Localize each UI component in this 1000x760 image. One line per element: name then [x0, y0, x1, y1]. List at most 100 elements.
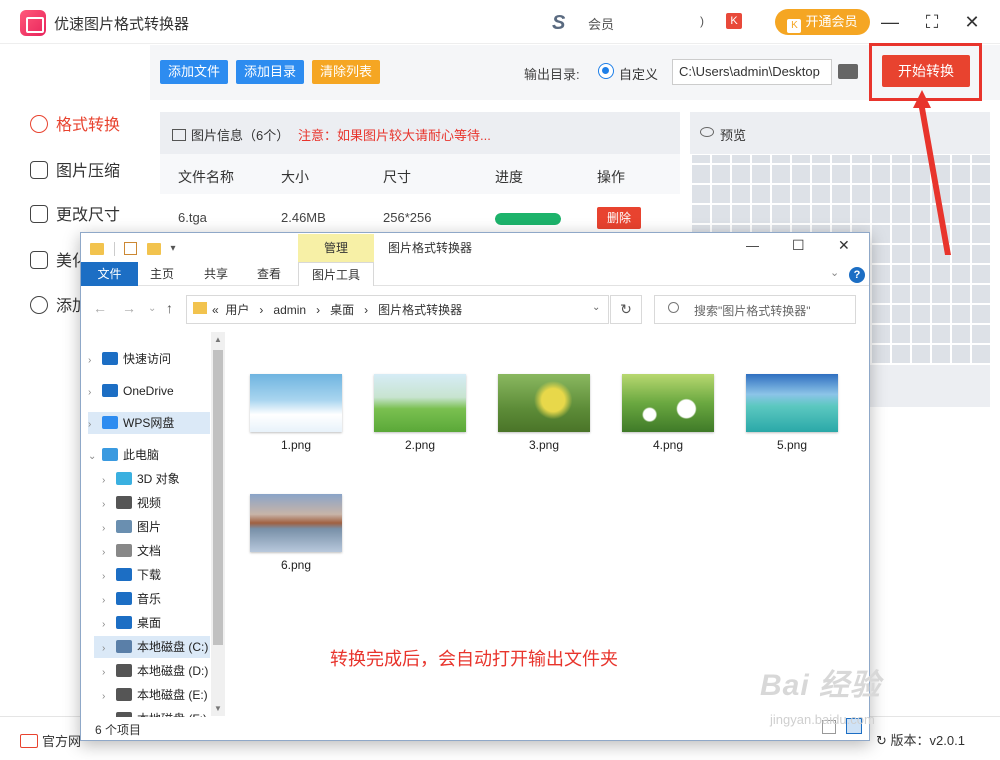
cell-file-name: 6.tga: [178, 210, 207, 225]
tree-item-12[interactable]: › 本地磁盘 (D:): [94, 660, 210, 682]
file-item[interactable]: 6.png: [248, 494, 344, 572]
version-label: ↻ 版本：v2.0.1: [876, 730, 965, 749]
file-name: 4.png: [652, 438, 684, 452]
customize-dropdown-icon[interactable]: ▾: [171, 243, 176, 254]
col-header-dimensions: 尺寸: [383, 169, 411, 185]
add-file-button[interactable]: 添加文件: [160, 60, 229, 84]
file-item[interactable]: 3.png: [496, 374, 592, 452]
chevron-right-icon[interactable]: ›: [102, 518, 116, 540]
custom-radio[interactable]: [598, 63, 614, 79]
tree-item-3[interactable]: ⌄ 此电脑: [88, 444, 210, 466]
tree-item-label: 本地磁盘 (E:): [137, 688, 208, 702]
tree-item-6[interactable]: › 图片: [94, 516, 210, 538]
delete-button[interactable]: 删除: [597, 207, 641, 229]
add-folder-button[interactable]: 添加目录: [236, 60, 305, 84]
chevron-right-icon[interactable]: ›: [102, 686, 116, 708]
ribbon-tab-view[interactable]: 查看: [257, 262, 281, 286]
minimize-button[interactable]: —: [880, 12, 900, 32]
official-site-link[interactable]: 官方网: [20, 731, 81, 750]
ribbon-tab-file[interactable]: 文件: [81, 262, 138, 286]
website-icon: [20, 734, 38, 748]
breadcrumb-current[interactable]: 图片格式转换器: [378, 303, 462, 317]
chevron-right-icon[interactable]: ›: [88, 382, 102, 404]
tree-item-8[interactable]: › 下载: [94, 564, 210, 586]
tree-scrollbar-thumb[interactable]: [213, 350, 223, 645]
sidebar-item-compress[interactable]: 图片压缩: [30, 160, 150, 184]
clear-list-button[interactable]: 清除列表: [312, 60, 381, 84]
chevron-right-icon[interactable]: ›: [102, 542, 116, 564]
tree-item-13[interactable]: › 本地磁盘 (E:): [94, 684, 210, 706]
file-item[interactable]: 1.png: [248, 374, 344, 452]
custom-radio-label[interactable]: 自定义: [619, 64, 658, 83]
up-arrow-icon[interactable]: ↑: [166, 300, 173, 316]
recent-locations-icon[interactable]: ⌄: [148, 303, 156, 314]
manage-context-tab[interactable]: 管理: [298, 234, 374, 262]
help-icon[interactable]: ?: [849, 267, 865, 283]
chevron-right-icon[interactable]: ›: [88, 414, 102, 436]
chevron-right-icon[interactable]: ›: [102, 614, 116, 636]
ribbon-expand-icon[interactable]: ⌄: [830, 266, 839, 279]
forward-arrow-icon[interactable]: →: [122, 300, 136, 316]
breadcrumb-desktop[interactable]: 桌面: [330, 303, 354, 317]
explorer-close-button[interactable]: ✕: [838, 237, 850, 254]
chevron-right-icon[interactable]: ›: [102, 470, 116, 492]
browse-folder-icon[interactable]: [838, 64, 858, 79]
address-folder-icon: [193, 302, 207, 314]
sidebar-item-format-convert[interactable]: 格式转换: [30, 114, 150, 138]
tree-item-4[interactable]: › 3D 对象: [94, 468, 210, 490]
explorer-maximize-button[interactable]: ☐: [792, 237, 805, 254]
vip-text[interactable]: 会员: [588, 14, 614, 33]
breadcrumb-separator[interactable]: ›: [259, 303, 263, 317]
file-item[interactable]: 5.png: [744, 374, 840, 452]
tree-item-1[interactable]: › OneDrive: [88, 380, 210, 402]
breadcrumb-separator[interactable]: ›: [364, 303, 368, 317]
user-badge-icon[interactable]: K: [726, 13, 742, 29]
file-item[interactable]: 2.png: [372, 374, 468, 452]
vip-logo-icon: S: [552, 12, 566, 34]
start-convert-button[interactable]: 开始转换: [882, 55, 970, 87]
ribbon-tab-share[interactable]: 共享: [204, 262, 228, 286]
ribbon-tab-home[interactable]: 主页: [150, 262, 174, 286]
sidebar-item-resize[interactable]: 更改尺寸: [30, 204, 150, 228]
explorer-minimize-button[interactable]: —: [746, 238, 759, 253]
maximize-button[interactable]: ⛶: [922, 12, 942, 32]
tree-item-9[interactable]: › 音乐: [94, 588, 210, 610]
chevron-right-icon[interactable]: ›: [88, 350, 102, 372]
user-menu-chevron[interactable]: ): [700, 14, 704, 28]
breadcrumb-admin[interactable]: admin: [273, 303, 306, 317]
computer-icon: [102, 448, 118, 461]
new-folder-icon[interactable]: [146, 242, 161, 255]
tree-item-10[interactable]: › 桌面: [94, 612, 210, 634]
tree-item-7[interactable]: › 文档: [94, 540, 210, 562]
breadcrumb-overflow[interactable]: «: [212, 303, 219, 317]
open-vip-button[interactable]: K 开通会员: [775, 9, 870, 35]
scroll-up-icon[interactable]: ▲: [214, 335, 222, 344]
chevron-right-icon[interactable]: ›: [102, 494, 116, 516]
scroll-down-icon[interactable]: ▼: [214, 704, 222, 713]
chevron-right-icon[interactable]: ›: [102, 590, 116, 612]
chevron-right-icon[interactable]: ›: [102, 638, 116, 660]
refresh-button[interactable]: ↻: [610, 295, 642, 324]
address-dropdown-icon[interactable]: ⌄: [592, 302, 600, 313]
back-arrow-icon[interactable]: ←: [93, 300, 107, 316]
output-path-field[interactable]: C:\Users\admin\Desktop: [672, 59, 832, 85]
ribbon-tab-picture-tools[interactable]: 图片工具: [298, 262, 374, 286]
chevron-down-icon[interactable]: ⌄: [88, 446, 102, 468]
item-count: 6 个项目: [95, 723, 142, 737]
close-button[interactable]: ✕: [962, 12, 982, 32]
tree-item-0[interactable]: › 快速访问: [88, 348, 210, 370]
tree-item-2[interactable]: › WPS网盘: [88, 412, 210, 434]
divider: [113, 241, 115, 256]
chevron-right-icon[interactable]: ›: [102, 662, 116, 684]
tree-item-5[interactable]: › 视频: [94, 492, 210, 514]
tree-item-11[interactable]: › 本地磁盘 (C:): [94, 636, 210, 658]
tree-item-label: 桌面: [137, 616, 162, 630]
chevron-right-icon[interactable]: ›: [102, 566, 116, 588]
video-icon: [116, 496, 132, 509]
file-item[interactable]: 4.png: [620, 374, 716, 452]
breadcrumb-users[interactable]: 用户: [225, 303, 249, 317]
properties-icon[interactable]: [124, 242, 138, 256]
breadcrumb-separator[interactable]: ›: [316, 303, 320, 317]
wps-cloud-icon: [102, 416, 118, 429]
tree-item-label: 快速访问: [123, 352, 172, 366]
